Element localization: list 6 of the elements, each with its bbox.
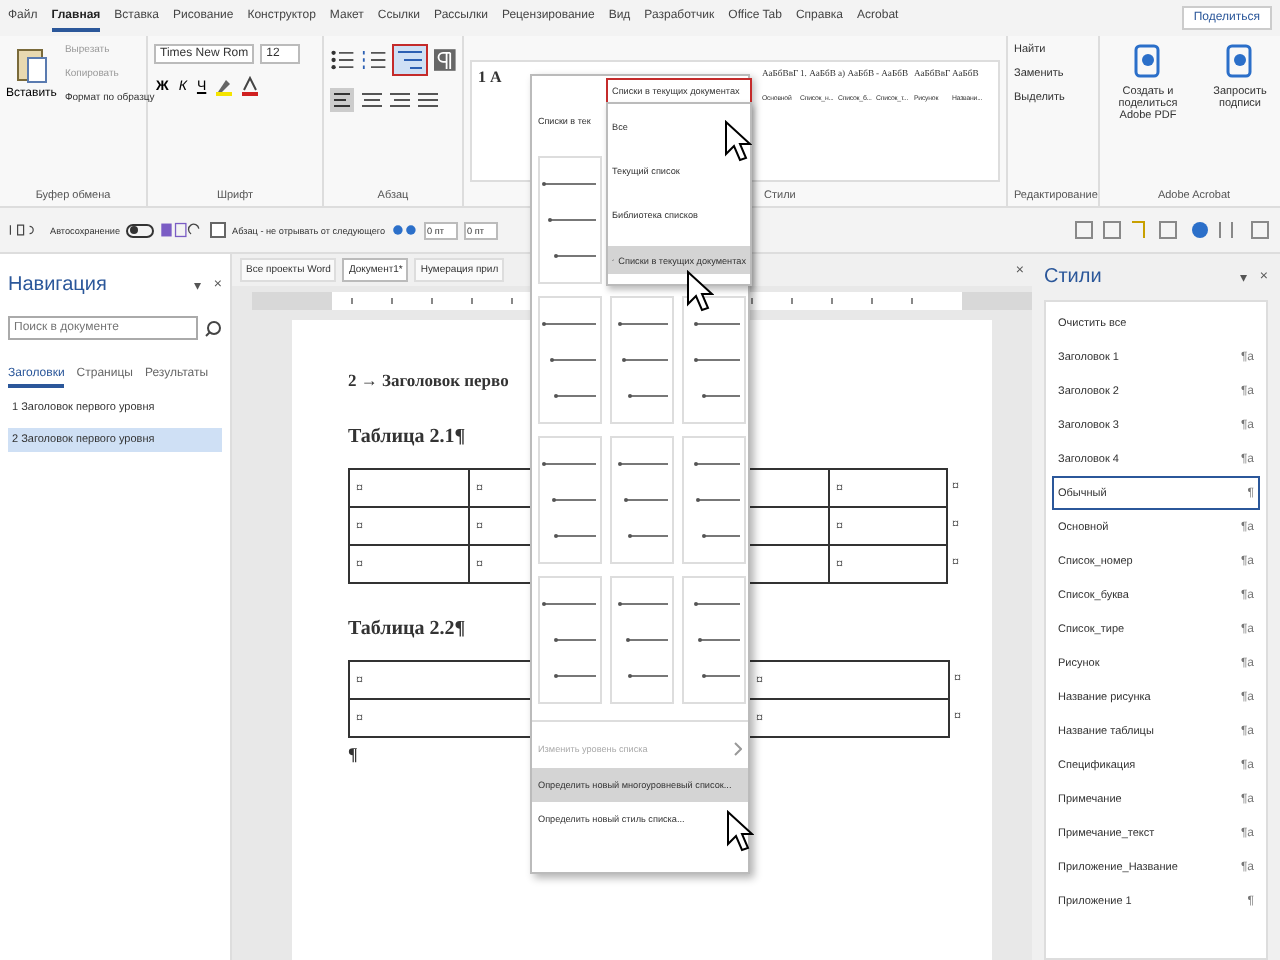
table-caption: Таблица 2.2¶	[348, 618, 468, 640]
table-caption: Таблица 2.1¶	[348, 426, 468, 448]
pane-title: Навигация	[8, 274, 107, 296]
paragraph-mark: ¶	[348, 744, 358, 764]
document-heading: 2 → Заголовок перво	[348, 370, 509, 390]
pane-title: Стили	[1044, 266, 1102, 288]
